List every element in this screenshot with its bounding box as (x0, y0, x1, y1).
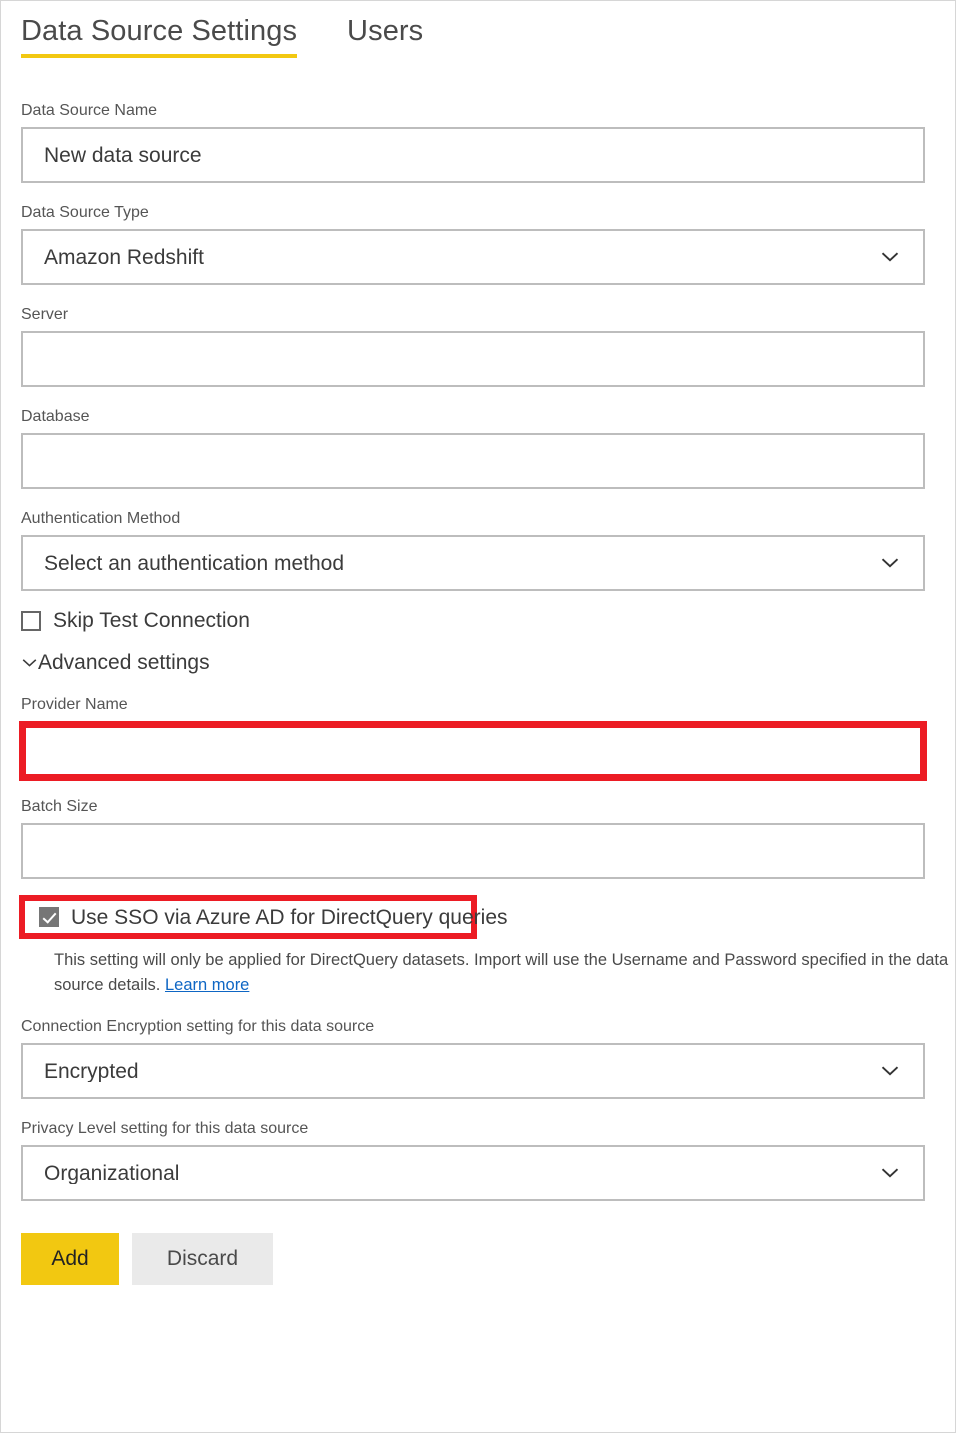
spacer (21, 591, 925, 609)
batch-size-input[interactable] (21, 823, 925, 879)
batch-size-label: Batch Size (21, 797, 925, 817)
use-sso-highlight: Use SSO via Azure AD for DirectQuery que… (19, 895, 477, 939)
tab-users[interactable]: Users (347, 1, 423, 58)
spacer (21, 998, 925, 1017)
server-input[interactable] (21, 331, 925, 387)
checkbox-unchecked-icon[interactable] (21, 611, 41, 631)
authentication-method-label: Authentication Method (21, 509, 925, 529)
use-sso-label: Use SSO via Azure AD for DirectQuery que… (71, 906, 508, 929)
spacer (21, 632, 925, 652)
settings-form: Data Source Name New data source Data So… (21, 101, 925, 1285)
connection-encryption-label: Connection Encryption setting for this d… (21, 1017, 925, 1037)
chevron-down-icon (879, 1162, 901, 1184)
tab-bar: Data Source Settings Users (1, 1, 955, 71)
advanced-settings-label: Advanced settings (38, 652, 210, 673)
tab-label: Data Source Settings (21, 15, 297, 47)
server-label: Server (21, 305, 925, 325)
authentication-method-value: Select an authentication method (44, 553, 879, 574)
spacer (21, 673, 925, 695)
spacer (21, 285, 925, 305)
spacer (21, 183, 925, 203)
tab-data-source-settings[interactable]: Data Source Settings (21, 1, 297, 58)
skip-test-connection-checkbox-row[interactable]: Skip Test Connection (21, 609, 925, 632)
data-source-name-value: New data source (44, 145, 909, 166)
data-source-type-value: Amazon Redshift (44, 247, 879, 268)
spacer (21, 489, 925, 509)
chevron-down-icon (21, 655, 37, 671)
checkbox-checked-icon[interactable] (39, 907, 59, 927)
advanced-settings-toggle[interactable]: Advanced settings (21, 652, 925, 673)
privacy-level-select[interactable]: Organizational (21, 1145, 925, 1201)
form-actions: Add Discard (21, 1233, 925, 1285)
use-sso-helper-text: This setting will only be applied for Di… (54, 948, 956, 998)
data-source-name-input[interactable]: New data source (21, 127, 925, 183)
chevron-down-icon (879, 1060, 901, 1082)
tab-label: Users (347, 15, 423, 47)
connection-encryption-select[interactable]: Encrypted (21, 1043, 925, 1099)
discard-button[interactable]: Discard (132, 1233, 273, 1285)
spacer (21, 781, 925, 797)
chevron-down-icon (879, 552, 901, 574)
add-button[interactable]: Add (21, 1233, 119, 1285)
spacer (21, 879, 925, 895)
database-label: Database (21, 407, 925, 427)
data-source-type-label: Data Source Type (21, 203, 925, 223)
privacy-level-label: Privacy Level setting for this data sour… (21, 1119, 925, 1139)
chevron-down-icon (879, 246, 901, 268)
data-source-type-select[interactable]: Amazon Redshift (21, 229, 925, 285)
provider-name-label: Provider Name (21, 695, 925, 715)
tab-active-underline (21, 54, 297, 58)
learn-more-link[interactable]: Learn more (165, 976, 249, 994)
use-sso-checkbox-row[interactable]: Use SSO via Azure AD for DirectQuery que… (39, 906, 508, 929)
spacer (21, 387, 925, 407)
provider-name-input[interactable] (26, 728, 920, 774)
provider-name-highlight (19, 721, 927, 781)
connection-encryption-value: Encrypted (44, 1061, 879, 1082)
spacer (21, 1099, 925, 1119)
skip-test-connection-label: Skip Test Connection (53, 609, 250, 632)
database-input[interactable] (21, 433, 925, 489)
privacy-level-value: Organizational (44, 1163, 879, 1184)
data-source-settings-panel: Data Source Settings Users Data Source N… (0, 0, 956, 1433)
data-source-name-label: Data Source Name (21, 101, 925, 121)
authentication-method-select[interactable]: Select an authentication method (21, 535, 925, 591)
